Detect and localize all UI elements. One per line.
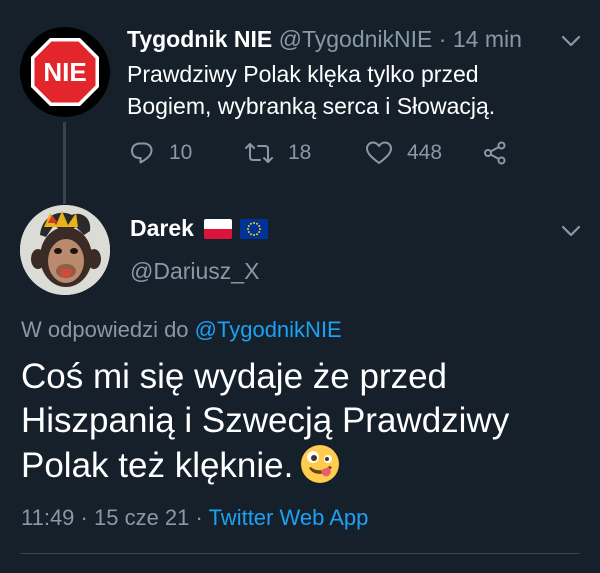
reply-bubble-icon (131, 142, 153, 164)
flag-poland-icon (203, 218, 232, 239)
reply-text-line: Polak też klęknie. (21, 446, 294, 485)
tweet-source-link[interactable]: Twitter Web App (209, 505, 369, 530)
like-count: 448 (407, 141, 443, 164)
reply-author-row: Darek (130, 215, 268, 242)
reply-author-name[interactable]: Darek (130, 215, 194, 242)
retweet-count: 18 (288, 141, 312, 164)
retweet-icon (245, 143, 273, 163)
reply-author-handle[interactable]: @Dariusz_X (130, 258, 259, 285)
bottom-divider (20, 553, 580, 554)
reply-time[interactable]: 11:49 (21, 505, 74, 530)
like-action[interactable]: 448 (365, 136, 442, 170)
meta-separator: · (195, 505, 203, 530)
flag-eu-icon (239, 218, 268, 239)
parent-author-handle[interactable]: @TygodnikNIE (279, 26, 433, 52)
reply-meta-line: 11:49 · 15 cze 21 · Twitter Web App (21, 505, 368, 531)
header-separator: · (438, 26, 447, 52)
share-icon (484, 141, 506, 165)
tweet-thread-page: NIE Tygodnik NIE @TygodnikNIE · 14 min P… (0, 0, 600, 573)
share-action[interactable] (482, 136, 522, 170)
replying-to-line: W odpowiedzi do @TygodnikNIE (21, 317, 342, 343)
reply-tweet-text: Coś mi się wydaje że przed Hiszpanią i S… (21, 355, 581, 488)
parent-chevron-down-icon[interactable] (560, 30, 582, 52)
reply-text-line-last: Polak też klęknie. (21, 443, 581, 488)
reply-text-line: Hiszpanią i Szwecją Prawdziwy (21, 401, 510, 440)
reply-action[interactable]: 10 (129, 136, 192, 170)
reply-chevron-down-icon[interactable] (560, 220, 582, 242)
thread-connector-line (63, 122, 66, 204)
reply-avatar[interactable] (20, 205, 110, 295)
replying-to-handle-link[interactable]: @TygodnikNIE (195, 317, 342, 342)
reply-text-line: Coś mi się wydaje że przed (21, 357, 447, 396)
parent-tweet-time[interactable]: 14 min (453, 26, 522, 52)
parent-author-name[interactable]: Tygodnik NIE (127, 26, 272, 52)
reply-date[interactable]: 15 cze 21 (94, 505, 189, 530)
avatar-logo-text: NIE (43, 57, 86, 87)
retweet-action[interactable]: 18 (244, 136, 311, 170)
meta-separator: · (80, 505, 88, 530)
chimp-avatar-picture (20, 205, 110, 295)
parent-action-bar: 10 18 448 (127, 136, 527, 170)
zany-face-emoji-icon (301, 445, 340, 483)
parent-text-line: Prawdziwy Polak klęka tylko przed (127, 61, 479, 87)
stop-sign-logo-icon: NIE (31, 38, 99, 106)
reply-count: 10 (169, 141, 193, 164)
parent-avatar[interactable]: NIE (20, 27, 110, 117)
replying-to-prefix: W odpowiedzi do (21, 317, 189, 342)
heart-icon (366, 141, 392, 164)
parent-tweet-header: Tygodnik NIE @TygodnikNIE · 14 min (127, 24, 522, 54)
parent-tweet-text: Prawdziwy Polak klęka tylko przed Bogiem… (127, 58, 547, 122)
parent-text-line: Bogiem, wybranką serca i Słowacją. (127, 93, 496, 119)
